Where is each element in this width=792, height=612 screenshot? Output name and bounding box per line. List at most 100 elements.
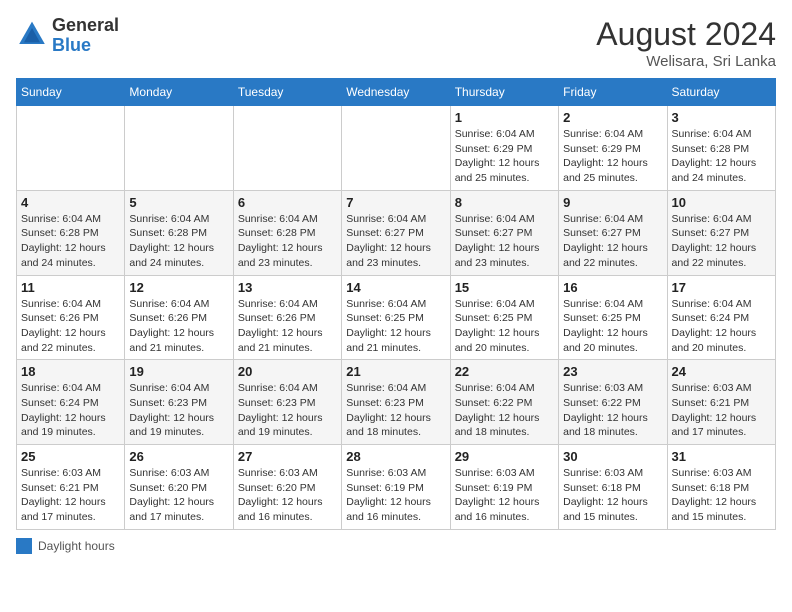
calendar-day-cell: 9 Sunrise: 6:04 AMSunset: 6:27 PMDaylight… — [559, 190, 667, 275]
day-info: Sunrise: 6:04 AMSunset: 6:27 PMDaylight:… — [346, 212, 445, 271]
calendar-day-cell: 10 Sunrise: 6:04 AMSunset: 6:27 PMDayligh… — [667, 190, 775, 275]
calendar-week-row: 11 Sunrise: 6:04 AMSunset: 6:26 PMDayligh… — [17, 275, 776, 360]
day-info: Sunrise: 6:03 AMSunset: 6:20 PMDaylight:… — [129, 466, 228, 525]
day-info: Sunrise: 6:03 AMSunset: 6:19 PMDaylight:… — [346, 466, 445, 525]
day-number: 20 — [238, 364, 337, 379]
day-info: Sunrise: 6:03 AMSunset: 6:20 PMDaylight:… — [238, 466, 337, 525]
calendar-day-cell — [342, 106, 450, 191]
day-info: Sunrise: 6:04 AMSunset: 6:22 PMDaylight:… — [455, 381, 554, 440]
calendar-day-cell: 8 Sunrise: 6:04 AMSunset: 6:27 PMDaylight… — [450, 190, 558, 275]
calendar-day-cell: 26Sunrise: 6:03 AMSunset: 6:20 PMDayligh… — [125, 445, 233, 530]
calendar-day-cell: 20 Sunrise: 6:04 AMSunset: 6:23 PMDayligh… — [233, 360, 341, 445]
day-number: 7 — [346, 195, 445, 210]
day-info: Sunrise: 6:04 AMSunset: 6:23 PMDaylight:… — [129, 381, 228, 440]
calendar-day-cell: 6 Sunrise: 6:04 AMSunset: 6:28 PMDaylight… — [233, 190, 341, 275]
day-number: 2 — [563, 110, 662, 125]
calendar-week-row: 18 Sunrise: 6:04 AMSunset: 6:24 PMDayligh… — [17, 360, 776, 445]
day-info: Sunrise: 6:03 AMSunset: 6:21 PMDaylight:… — [672, 381, 771, 440]
day-number: 16 — [563, 280, 662, 295]
calendar-week-row: 25Sunrise: 6:03 AMSunset: 6:21 PMDayligh… — [17, 445, 776, 530]
day-of-week-header: Tuesday — [233, 79, 341, 106]
calendar-day-cell — [233, 106, 341, 191]
calendar-day-cell: 13 Sunrise: 6:04 AMSunset: 6:26 PMDayligh… — [233, 275, 341, 360]
calendar-day-cell: 7 Sunrise: 6:04 AMSunset: 6:27 PMDaylight… — [342, 190, 450, 275]
calendar-day-cell: 31 Sunrise: 6:03 AMSunset: 6:18 PMDayligh… — [667, 445, 775, 530]
legend-color-box — [16, 538, 32, 554]
logo: General Blue — [16, 16, 119, 56]
calendar-day-cell: 27 Sunrise: 6:03 AMSunset: 6:20 PMDayligh… — [233, 445, 341, 530]
calendar-day-cell: 25Sunrise: 6:03 AMSunset: 6:21 PMDayligh… — [17, 445, 125, 530]
day-number: 11 — [21, 280, 120, 295]
day-number: 9 — [563, 195, 662, 210]
day-info: Sunrise: 6:04 AMSunset: 6:28 PMDaylight:… — [672, 127, 771, 186]
day-info: Sunrise: 6:03 AMSunset: 6:22 PMDaylight:… — [563, 381, 662, 440]
calendar-day-cell — [125, 106, 233, 191]
day-info: Sunrise: 6:03 AMSunset: 6:21 PMDaylight:… — [21, 466, 120, 525]
day-info: Sunrise: 6:04 AMSunset: 6:28 PMDaylight:… — [21, 212, 120, 271]
logo-blue-text: Blue — [52, 35, 91, 55]
logo-general: General — [52, 15, 119, 35]
day-number: 21 — [346, 364, 445, 379]
location-text: Welisara, Sri Lanka — [596, 53, 776, 70]
page-header: General Blue August 2024 Welisara, Sri L… — [16, 16, 776, 70]
calendar-week-row: 4 Sunrise: 6:04 AMSunset: 6:28 PMDaylight… — [17, 190, 776, 275]
day-number: 31 — [672, 449, 771, 464]
day-info: Sunrise: 6:04 AMSunset: 6:24 PMDaylight:… — [21, 381, 120, 440]
day-number: 13 — [238, 280, 337, 295]
day-number: 17 — [672, 280, 771, 295]
calendar-day-cell: 14Sunrise: 6:04 AMSunset: 6:25 PMDayligh… — [342, 275, 450, 360]
day-number: 29 — [455, 449, 554, 464]
day-number: 27 — [238, 449, 337, 464]
day-info: Sunrise: 6:04 AMSunset: 6:29 PMDaylight:… — [563, 127, 662, 186]
day-info: Sunrise: 6:04 AMSunset: 6:28 PMDaylight:… — [238, 212, 337, 271]
day-info: Sunrise: 6:04 AMSunset: 6:24 PMDaylight:… — [672, 297, 771, 356]
day-info: Sunrise: 6:03 AMSunset: 6:19 PMDaylight:… — [455, 466, 554, 525]
calendar-week-row: 1 Sunrise: 6:04 AMSunset: 6:29 PMDaylight… — [17, 106, 776, 191]
calendar-day-cell: 18 Sunrise: 6:04 AMSunset: 6:24 PMDayligh… — [17, 360, 125, 445]
calendar-day-cell: 1 Sunrise: 6:04 AMSunset: 6:29 PMDaylight… — [450, 106, 558, 191]
calendar-table: SundayMondayTuesdayWednesdayThursdayFrid… — [16, 78, 776, 530]
day-number: 8 — [455, 195, 554, 210]
calendar-day-cell: 2 Sunrise: 6:04 AMSunset: 6:29 PMDaylight… — [559, 106, 667, 191]
day-info: Sunrise: 6:04 AMSunset: 6:26 PMDaylight:… — [129, 297, 228, 356]
calendar-day-cell: 19 Sunrise: 6:04 AMSunset: 6:23 PMDayligh… — [125, 360, 233, 445]
day-info: Sunrise: 6:04 AMSunset: 6:25 PMDaylight:… — [455, 297, 554, 356]
day-number: 18 — [21, 364, 120, 379]
day-number: 4 — [21, 195, 120, 210]
day-info: Sunrise: 6:04 AMSunset: 6:27 PMDaylight:… — [455, 212, 554, 271]
day-info: Sunrise: 6:04 AMSunset: 6:23 PMDaylight:… — [238, 381, 337, 440]
day-info: Sunrise: 6:04 AMSunset: 6:26 PMDaylight:… — [238, 297, 337, 356]
calendar-day-cell: 21Sunrise: 6:04 AMSunset: 6:23 PMDayligh… — [342, 360, 450, 445]
day-info: Sunrise: 6:04 AMSunset: 6:27 PMDaylight:… — [563, 212, 662, 271]
day-of-week-header: Monday — [125, 79, 233, 106]
day-number: 23 — [563, 364, 662, 379]
day-number: 1 — [455, 110, 554, 125]
day-info: Sunrise: 6:04 AMSunset: 6:26 PMDaylight:… — [21, 297, 120, 356]
calendar-day-cell — [17, 106, 125, 191]
calendar-day-cell: 16Sunrise: 6:04 AMSunset: 6:25 PMDayligh… — [559, 275, 667, 360]
day-number: 28 — [346, 449, 445, 464]
day-number: 5 — [129, 195, 228, 210]
calendar-day-cell: 29 Sunrise: 6:03 AMSunset: 6:19 PMDayligh… — [450, 445, 558, 530]
day-number: 19 — [129, 364, 228, 379]
calendar-day-cell: 17 Sunrise: 6:04 AMSunset: 6:24 PMDayligh… — [667, 275, 775, 360]
month-year-title: August 2024 — [596, 16, 776, 53]
day-number: 6 — [238, 195, 337, 210]
day-of-week-header: Thursday — [450, 79, 558, 106]
calendar-day-cell: 5Sunrise: 6:04 AMSunset: 6:28 PMDaylight… — [125, 190, 233, 275]
day-number: 14 — [346, 280, 445, 295]
calendar-day-cell: 23 Sunrise: 6:03 AMSunset: 6:22 PMDayligh… — [559, 360, 667, 445]
calendar-day-cell: 4 Sunrise: 6:04 AMSunset: 6:28 PMDaylight… — [17, 190, 125, 275]
day-info: Sunrise: 6:04 AMSunset: 6:29 PMDaylight:… — [455, 127, 554, 186]
calendar-day-cell: 11 Sunrise: 6:04 AMSunset: 6:26 PMDayligh… — [17, 275, 125, 360]
legend-label: Daylight hours — [38, 539, 115, 553]
day-of-week-header: Saturday — [667, 79, 775, 106]
day-number: 10 — [672, 195, 771, 210]
day-number: 22 — [455, 364, 554, 379]
generalblue-icon — [16, 20, 48, 52]
day-info: Sunrise: 6:04 AMSunset: 6:27 PMDaylight:… — [672, 212, 771, 271]
day-number: 3 — [672, 110, 771, 125]
day-info: Sunrise: 6:03 AMSunset: 6:18 PMDaylight:… — [672, 466, 771, 525]
day-of-week-header: Friday — [559, 79, 667, 106]
title-block: August 2024 Welisara, Sri Lanka — [596, 16, 776, 70]
